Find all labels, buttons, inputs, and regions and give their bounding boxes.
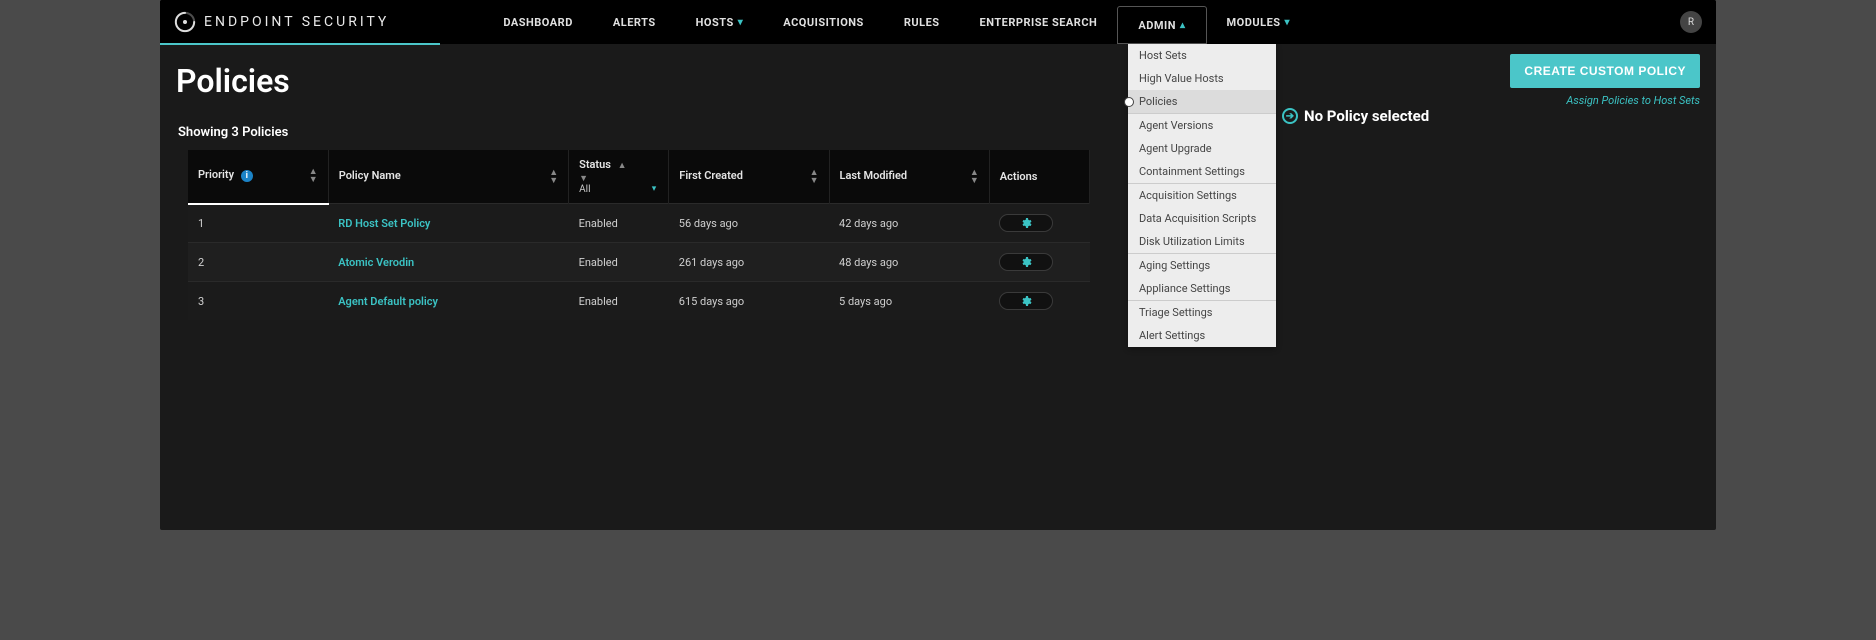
menu-agent-versions[interactable]: Agent Versions bbox=[1128, 114, 1276, 137]
policies-table-wrap: Showing 3 Policies Priority i ▲▼ Policy … bbox=[176, 107, 1270, 320]
info-icon[interactable]: i bbox=[241, 170, 253, 182]
sort-icon[interactable]: ▲▼ bbox=[549, 169, 558, 185]
col-status[interactable]: Status ▲▼ All ▾ bbox=[569, 150, 669, 204]
gear-icon bbox=[1020, 256, 1032, 268]
cell-modified: 42 days ago bbox=[829, 204, 989, 243]
col-policy-name-label: Policy Name bbox=[339, 169, 401, 182]
menu-aging-settings[interactable]: Aging Settings bbox=[1128, 254, 1276, 277]
admin-dropdown-menu: Host Sets High Value Hosts Policies Agen… bbox=[1128, 44, 1276, 347]
menu-triage-settings[interactable]: Triage Settings bbox=[1128, 301, 1276, 324]
cell-status: Enabled bbox=[569, 204, 669, 243]
page-title: Policies bbox=[176, 62, 290, 100]
primary-nav: DASHBOARD ALERTS HOSTS ▾ ACQUISITIONS RU… bbox=[483, 0, 1310, 44]
assign-policies-link[interactable]: Assign Policies to Host Sets bbox=[1510, 94, 1700, 107]
cell-status: Enabled bbox=[569, 243, 669, 282]
col-first-created-label: First Created bbox=[679, 169, 743, 182]
sort-icon[interactable]: ▲▼ bbox=[970, 169, 979, 185]
row-actions-button[interactable] bbox=[999, 292, 1053, 310]
sort-icon[interactable]: ▲▼ bbox=[309, 168, 318, 184]
menu-agent-upgrade[interactable]: Agent Upgrade bbox=[1128, 137, 1276, 160]
col-first-created[interactable]: First Created ▲▼ bbox=[669, 150, 829, 204]
create-custom-policy-button[interactable]: CREATE CUSTOM POLICY bbox=[1510, 54, 1700, 88]
top-nav-bar: ENDPOINT SECURITY DASHBOARD ALERTS HOSTS… bbox=[160, 0, 1716, 44]
sort-icon[interactable]: ▲▼ bbox=[810, 169, 819, 185]
cell-priority: 1 bbox=[188, 204, 328, 243]
user-avatar[interactable]: R bbox=[1680, 11, 1702, 33]
nav-modules-label: MODULES bbox=[1227, 16, 1281, 29]
gear-icon bbox=[1020, 295, 1032, 307]
cell-priority: 3 bbox=[188, 282, 328, 321]
menu-host-sets[interactable]: Host Sets bbox=[1128, 44, 1276, 67]
col-last-modified-label: Last Modified bbox=[840, 169, 908, 182]
nav-modules[interactable]: MODULES ▾ bbox=[1207, 0, 1311, 44]
table-row: 3 Agent Default policy Enabled 615 days … bbox=[188, 282, 1090, 321]
nav-rules[interactable]: RULES bbox=[884, 0, 960, 44]
cell-created: 615 days ago bbox=[669, 282, 829, 321]
table-row: 1 RD Host Set Policy Enabled 56 days ago… bbox=[188, 204, 1090, 243]
chevron-down-icon: ▾ bbox=[1285, 17, 1291, 28]
policies-table-body: 1 RD Host Set Policy Enabled 56 days ago… bbox=[188, 204, 1090, 321]
page-header: Policies CREATE CUSTOM POLICY Assign Pol… bbox=[176, 54, 1700, 107]
no-selection-message: ➔ No Policy selected bbox=[1282, 107, 1700, 125]
menu-acquisition-settings[interactable]: Acquisition Settings bbox=[1128, 184, 1276, 207]
menu-data-acquisition-scripts[interactable]: Data Acquisition Scripts bbox=[1128, 207, 1276, 230]
chevron-down-icon: ▾ bbox=[652, 184, 657, 194]
cell-priority: 2 bbox=[188, 243, 328, 282]
showing-count: Showing 3 Policies bbox=[178, 125, 1270, 140]
app-frame: ENDPOINT SECURITY DASHBOARD ALERTS HOSTS… bbox=[160, 0, 1716, 530]
status-filter-value: All bbox=[579, 184, 590, 195]
cell-actions bbox=[989, 204, 1089, 243]
col-priority[interactable]: Priority i ▲▼ bbox=[188, 150, 328, 204]
brand-icon bbox=[174, 11, 196, 33]
arrow-right-circle-icon: ➔ bbox=[1282, 108, 1298, 124]
col-actions: Actions bbox=[989, 150, 1089, 204]
col-last-modified[interactable]: Last Modified ▲▼ bbox=[829, 150, 989, 204]
status-filter-dropdown[interactable]: All ▾ bbox=[579, 184, 658, 195]
menu-alert-settings[interactable]: Alert Settings bbox=[1128, 324, 1276, 347]
content-area: Policies CREATE CUSTOM POLICY Assign Pol… bbox=[160, 44, 1716, 320]
brand-logo[interactable]: ENDPOINT SECURITY bbox=[170, 11, 393, 33]
cell-created: 56 days ago bbox=[669, 204, 829, 243]
row-actions-button[interactable] bbox=[999, 214, 1053, 232]
menu-appliance-settings[interactable]: Appliance Settings bbox=[1128, 277, 1276, 300]
no-selection-text: No Policy selected bbox=[1304, 107, 1429, 125]
menu-policies[interactable]: Policies bbox=[1128, 90, 1276, 113]
cell-actions bbox=[989, 282, 1089, 321]
chevron-up-icon: ▴ bbox=[1180, 20, 1186, 31]
policy-name-link[interactable]: RD Host Set Policy bbox=[338, 217, 430, 230]
menu-high-value-hosts[interactable]: High Value Hosts bbox=[1128, 67, 1276, 90]
nav-hosts[interactable]: HOSTS ▾ bbox=[676, 0, 764, 44]
policy-name-link[interactable]: Agent Default policy bbox=[338, 295, 438, 308]
row-actions-button[interactable] bbox=[999, 253, 1053, 271]
cell-modified: 5 days ago bbox=[829, 282, 989, 321]
col-actions-label: Actions bbox=[1000, 170, 1038, 183]
nav-acquisitions[interactable]: ACQUISITIONS bbox=[763, 0, 884, 44]
col-status-label: Status bbox=[579, 158, 611, 171]
nav-admin[interactable]: ADMIN ▴ bbox=[1117, 6, 1206, 44]
nav-dashboard[interactable]: DASHBOARD bbox=[483, 0, 593, 44]
table-row: 2 Atomic Verodin Enabled 261 days ago 48… bbox=[188, 243, 1090, 282]
col-policy-name[interactable]: Policy Name ▲▼ bbox=[328, 150, 568, 204]
cell-created: 261 days ago bbox=[669, 243, 829, 282]
nav-admin-label: ADMIN bbox=[1138, 19, 1176, 32]
cell-actions bbox=[989, 243, 1089, 282]
col-priority-label: Priority bbox=[198, 168, 234, 181]
cell-modified: 48 days ago bbox=[829, 243, 989, 282]
policies-table: Priority i ▲▼ Policy Name ▲▼ Status ▲▼ bbox=[188, 150, 1090, 320]
brand-text: ENDPOINT SECURITY bbox=[204, 14, 389, 30]
cell-status: Enabled bbox=[569, 282, 669, 321]
menu-containment-settings[interactable]: Containment Settings bbox=[1128, 160, 1276, 183]
main-columns: Showing 3 Policies Priority i ▲▼ Policy … bbox=[176, 107, 1700, 320]
nav-hosts-label: HOSTS bbox=[696, 16, 734, 29]
policy-name-link[interactable]: Atomic Verodin bbox=[338, 256, 414, 269]
header-actions: CREATE CUSTOM POLICY Assign Policies to … bbox=[1510, 54, 1700, 107]
gear-icon bbox=[1020, 217, 1032, 229]
detail-panel: ➔ No Policy selected bbox=[1270, 107, 1700, 320]
menu-disk-utilization-limits[interactable]: Disk Utilization Limits bbox=[1128, 230, 1276, 253]
table-header-row: Priority i ▲▼ Policy Name ▲▼ Status ▲▼ bbox=[188, 150, 1090, 204]
chevron-down-icon: ▾ bbox=[738, 17, 744, 28]
nav-alerts[interactable]: ALERTS bbox=[593, 0, 676, 44]
nav-enterprise-search[interactable]: ENTERPRISE SEARCH bbox=[960, 0, 1118, 44]
